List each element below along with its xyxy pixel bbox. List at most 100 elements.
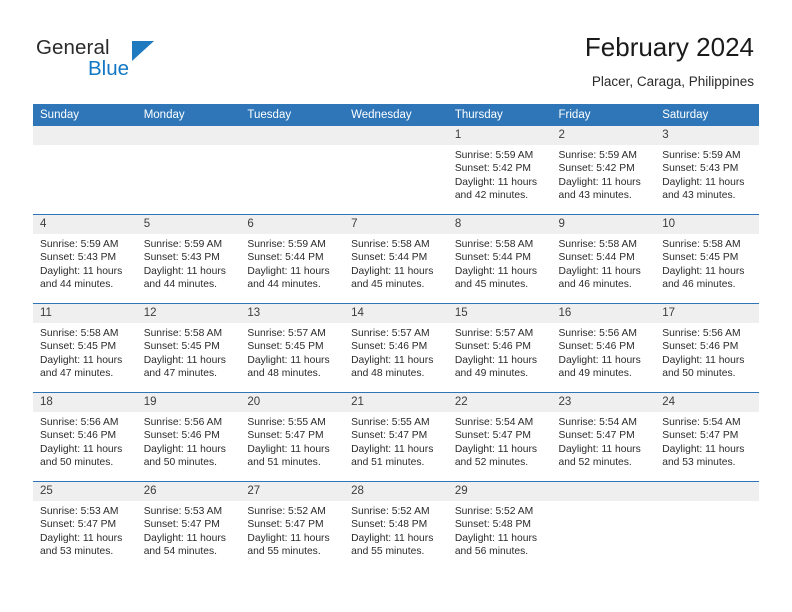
weekday-header-thursday: Thursday xyxy=(447,104,552,126)
sunset-text: Sunset: 5:45 PM xyxy=(247,341,324,353)
day-number: 8 xyxy=(447,215,552,234)
sunrise-text: Sunrise: 5:58 AM xyxy=(143,328,223,339)
daylight-text-line1: Daylight: 11 hours xyxy=(247,354,330,366)
day-sun-info: Sunrise: 5:53 AM Sunset: 5:47 PM Daylight:… xyxy=(33,501,137,559)
daylight-text-line1: Daylight: 11 hours xyxy=(143,354,226,366)
day-number: 14 xyxy=(344,304,448,323)
daylight-text-line1: Daylight: 11 hours xyxy=(143,265,226,277)
calendar-day-cell[interactable]: 21 Sunrise: 5:55 AM Sunset: 5:47 PM Dayligh… xyxy=(344,392,448,482)
calendar-day-cell[interactable]: 6 Sunrise: 5:59 AM Sunset: 5:44 PM Daylight… xyxy=(240,214,345,304)
sunrise-text: Sunrise: 5:58 AM xyxy=(662,239,741,250)
sunset-text: Sunset: 5:47 PM xyxy=(143,519,220,531)
daylight-text-line1: Daylight: 11 hours xyxy=(247,443,330,455)
weekday-header-saturday: Saturday xyxy=(655,104,759,126)
sunset-text: Sunset: 5:44 PM xyxy=(351,252,428,264)
calendar-day-cell[interactable]: 18 Sunrise: 5:56 AM Sunset: 5:46 PM Dayligh… xyxy=(33,392,137,482)
sunset-text: Sunset: 5:47 PM xyxy=(558,430,635,442)
sunset-text: Sunset: 5:44 PM xyxy=(454,252,531,264)
day-number xyxy=(344,126,448,145)
day-number: 28 xyxy=(344,482,448,501)
day-number: 19 xyxy=(136,393,241,412)
day-sun-info: Sunrise: 5:55 AM Sunset: 5:47 PM Daylight:… xyxy=(344,412,448,470)
daylight-text-line2: and 50 minutes. xyxy=(662,368,736,380)
calendar-day-cell-empty xyxy=(240,126,345,215)
sunrise-text: Sunrise: 5:57 AM xyxy=(454,328,534,339)
calendar-day-cell[interactable]: 5 Sunrise: 5:59 AM Sunset: 5:43 PM Daylight… xyxy=(136,214,241,304)
calendar-day-cell[interactable]: 19 Sunrise: 5:56 AM Sunset: 5:46 PM Dayligh… xyxy=(136,392,241,482)
calendar-header-row: Sunday Monday Tuesday Wednesday Thursday… xyxy=(33,104,759,126)
calendar-day-cell[interactable]: 24 Sunrise: 5:54 AM Sunset: 5:47 PM Dayligh… xyxy=(655,392,759,482)
day-sun-info: Sunrise: 5:56 AM Sunset: 5:46 PM Daylight:… xyxy=(655,323,759,381)
daylight-text-line1: Daylight: 11 hours xyxy=(558,176,641,188)
daylight-text-line1: Daylight: 11 hours xyxy=(454,176,538,188)
day-number: 21 xyxy=(344,393,448,412)
sunset-text: Sunset: 5:46 PM xyxy=(662,341,739,353)
calendar-day-cell[interactable]: 20 Sunrise: 5:55 AM Sunset: 5:47 PM Dayligh… xyxy=(240,392,345,482)
day-number: 5 xyxy=(136,215,241,234)
sunrise-text: Sunrise: 5:54 AM xyxy=(558,417,637,428)
day-number: 11 xyxy=(33,304,137,323)
daylight-text-line1: Daylight: 11 hours xyxy=(351,354,434,366)
sunset-text: Sunset: 5:43 PM xyxy=(662,163,739,175)
daylight-text-line2: and 53 minutes. xyxy=(662,457,736,469)
calendar-day-cell[interactable]: 27 Sunrise: 5:52 AM Sunset: 5:47 PM Dayligh… xyxy=(240,481,345,570)
calendar-day-cell[interactable]: 22 Sunrise: 5:54 AM Sunset: 5:47 PM Dayligh… xyxy=(447,392,552,482)
calendar-day-cell[interactable]: 23 Sunrise: 5:54 AM Sunset: 5:47 PM Dayligh… xyxy=(551,392,656,482)
calendar-day-cell[interactable]: 1 Sunrise: 5:59 AM Sunset: 5:42 PM Daylight… xyxy=(447,126,552,215)
daylight-text-line1: Daylight: 11 hours xyxy=(662,265,745,277)
sunrise-text: Sunrise: 5:58 AM xyxy=(351,239,430,250)
weekday-header-monday: Monday xyxy=(136,104,241,126)
calendar-day-cell[interactable]: 26 Sunrise: 5:53 AM Sunset: 5:47 PM Dayligh… xyxy=(136,481,241,570)
calendar-day-cell[interactable]: 13 Sunrise: 5:57 AM Sunset: 5:45 PM Dayligh… xyxy=(240,303,345,393)
calendar-day-cell[interactable]: 15 Sunrise: 5:57 AM Sunset: 5:46 PM Dayligh… xyxy=(447,303,552,393)
calendar-day-cell[interactable]: 7 Sunrise: 5:58 AM Sunset: 5:44 PM Daylight… xyxy=(344,214,448,304)
calendar-day-cell[interactable]: 11 Sunrise: 5:58 AM Sunset: 5:45 PM Dayligh… xyxy=(33,303,137,393)
calendar-body: 1 Sunrise: 5:59 AM Sunset: 5:42 PM Daylight… xyxy=(33,126,759,570)
calendar-day-cell[interactable]: 10 Sunrise: 5:58 AM Sunset: 5:45 PM Dayligh… xyxy=(655,214,759,304)
day-sun-info: Sunrise: 5:54 AM Sunset: 5:47 PM Daylight:… xyxy=(552,412,656,470)
sunset-text: Sunset: 5:43 PM xyxy=(40,252,117,264)
day-sun-info: Sunrise: 5:55 AM Sunset: 5:47 PM Daylight:… xyxy=(240,412,344,470)
day-sun-info: Sunrise: 5:52 AM Sunset: 5:47 PM Daylight:… xyxy=(240,501,344,559)
sunrise-text: Sunrise: 5:54 AM xyxy=(662,417,741,428)
calendar-day-cell[interactable]: 28 Sunrise: 5:52 AM Sunset: 5:48 PM Dayligh… xyxy=(344,481,448,570)
logo-triangle-icon xyxy=(132,41,154,61)
sunset-text: Sunset: 5:47 PM xyxy=(40,519,117,531)
calendar-day-cell[interactable]: 16 Sunrise: 5:56 AM Sunset: 5:46 PM Dayligh… xyxy=(551,303,656,393)
daylight-text-line1: Daylight: 11 hours xyxy=(40,354,123,366)
daylight-text-line1: Daylight: 11 hours xyxy=(351,443,434,455)
daylight-text-line2: and 51 minutes. xyxy=(247,457,321,469)
day-sun-info: Sunrise: 5:56 AM Sunset: 5:46 PM Daylight:… xyxy=(552,323,656,381)
daylight-text-line1: Daylight: 11 hours xyxy=(662,176,745,188)
calendar-day-cell[interactable]: 12 Sunrise: 5:58 AM Sunset: 5:45 PM Dayligh… xyxy=(136,303,241,393)
day-number xyxy=(136,126,241,145)
sunset-text: Sunset: 5:46 PM xyxy=(558,341,635,353)
calendar-day-cell[interactable]: 8 Sunrise: 5:58 AM Sunset: 5:44 PM Daylight… xyxy=(447,214,552,304)
calendar-day-cell[interactable]: 14 Sunrise: 5:57 AM Sunset: 5:46 PM Dayligh… xyxy=(344,303,448,393)
sunrise-text: Sunrise: 5:52 AM xyxy=(351,506,430,517)
calendar-day-cell[interactable]: 3 Sunrise: 5:59 AM Sunset: 5:43 PM Daylight… xyxy=(655,126,759,215)
calendar-day-cell[interactable]: 17 Sunrise: 5:56 AM Sunset: 5:46 PM Dayligh… xyxy=(655,303,759,393)
calendar-day-cell[interactable]: 2 Sunrise: 5:59 AM Sunset: 5:42 PM Daylight… xyxy=(551,126,656,215)
calendar-day-cell[interactable]: 29 Sunrise: 5:52 AM Sunset: 5:48 PM Dayligh… xyxy=(447,481,552,570)
calendar-day-cell[interactable]: 9 Sunrise: 5:58 AM Sunset: 5:44 PM Daylight… xyxy=(551,214,656,304)
weekday-header-friday: Friday xyxy=(551,104,656,126)
daylight-text-line1: Daylight: 11 hours xyxy=(454,443,538,455)
daylight-text-line1: Daylight: 11 hours xyxy=(40,443,123,455)
sunset-text: Sunset: 5:45 PM xyxy=(40,341,117,353)
day-number: 17 xyxy=(655,304,759,323)
sunset-text: Sunset: 5:46 PM xyxy=(143,430,220,442)
day-number: 9 xyxy=(551,215,656,234)
day-sun-info: Sunrise: 5:54 AM Sunset: 5:47 PM Daylight:… xyxy=(655,412,759,470)
daylight-text-line1: Daylight: 11 hours xyxy=(351,265,434,277)
day-sun-info: Sunrise: 5:56 AM Sunset: 5:46 PM Daylight:… xyxy=(137,412,241,470)
daylight-text-line2: and 43 minutes. xyxy=(662,190,736,202)
calendar-week-row: 11 Sunrise: 5:58 AM Sunset: 5:45 PM Dayligh… xyxy=(33,303,759,393)
day-sun-info: Sunrise: 5:58 AM Sunset: 5:44 PM Daylight:… xyxy=(448,234,552,292)
daylight-text-line2: and 49 minutes. xyxy=(454,368,529,380)
daylight-text-line1: Daylight: 11 hours xyxy=(40,265,123,277)
calendar-day-cell[interactable]: 25 Sunrise: 5:53 AM Sunset: 5:47 PM Dayligh… xyxy=(33,481,137,570)
calendar-day-cell[interactable]: 4 Sunrise: 5:59 AM Sunset: 5:43 PM Daylight… xyxy=(33,214,137,304)
day-sun-info: Sunrise: 5:58 AM Sunset: 5:45 PM Daylight:… xyxy=(655,234,759,292)
day-number: 2 xyxy=(551,126,656,145)
